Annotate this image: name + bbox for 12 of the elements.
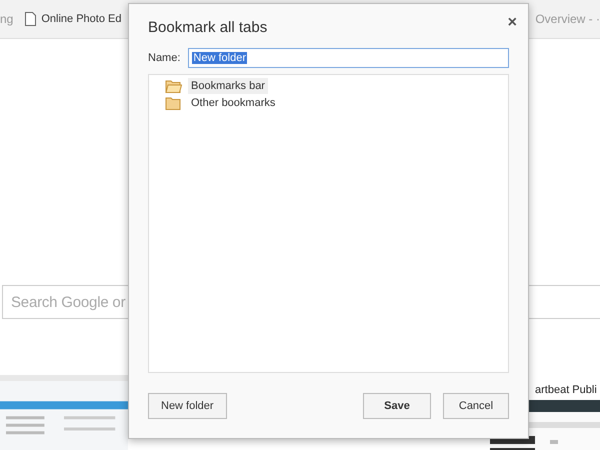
cancel-button[interactable]: Cancel	[443, 393, 509, 419]
page-icon	[25, 12, 36, 26]
new-folder-button[interactable]: New folder	[148, 393, 227, 419]
folder-item[interactable]: Bookmarks bar	[188, 78, 268, 94]
name-field[interactable]: New folder	[188, 48, 509, 68]
folder-item[interactable]: Other bookmarks	[188, 95, 278, 111]
tile-title: artbeat Publi	[534, 384, 598, 398]
save-button[interactable]: Save	[363, 393, 431, 419]
close-button[interactable]: ×	[508, 16, 517, 30]
name-label: Name:	[148, 52, 180, 64]
bookmark-link[interactable]: Online Photo Ed	[25, 12, 122, 26]
dialog-title: Bookmark all tabs	[148, 19, 268, 36]
